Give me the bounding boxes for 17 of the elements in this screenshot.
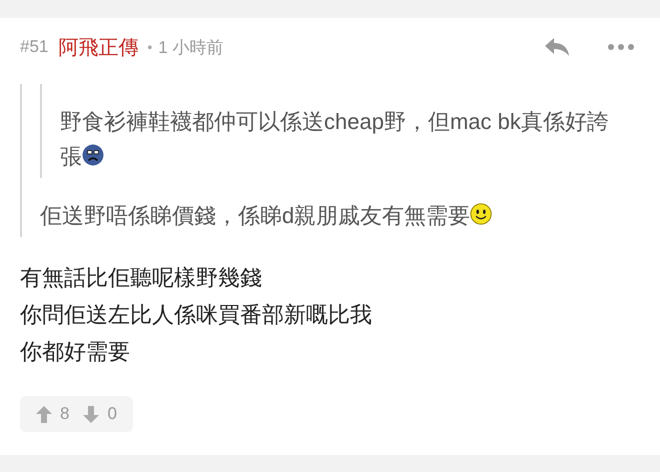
- post-time: 1 小時前: [158, 36, 224, 58]
- arrow-down-icon: [83, 406, 100, 422]
- upvote-button[interactable]: 8: [36, 404, 70, 424]
- reply-text: 你問佢送左比人係咪買番部新嘅比我: [20, 301, 373, 329]
- reply-text: 你都好需要: [20, 338, 131, 366]
- post-number: #51: [20, 37, 48, 57]
- more-icon[interactable]: [608, 44, 634, 50]
- author-link[interactable]: 阿飛正傳: [58, 34, 138, 60]
- downvote-button[interactable]: 0: [83, 404, 117, 424]
- separator-dot: •: [147, 39, 152, 55]
- reply-text: 有無話比佢聽呢樣野幾錢: [20, 264, 263, 292]
- smiley-icon: [470, 203, 492, 225]
- quote-text: 野食衫褲鞋襪都仲可以係送cheap野，但mac bk真係好誇張: [60, 108, 610, 171]
- arrow-up-icon: [36, 406, 52, 422]
- sad-face-icon: [82, 144, 104, 166]
- quote-text: 佢送野唔係睇價錢，係睇d親朋戚友有無需要: [40, 178, 640, 237]
- reply-icon[interactable]: [544, 37, 570, 57]
